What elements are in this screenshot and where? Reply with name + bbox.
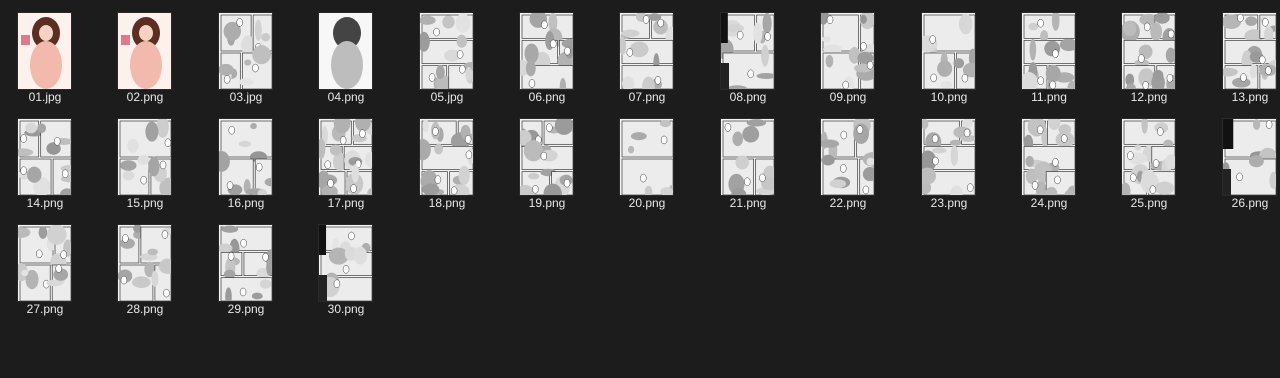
file-thumbnail[interactable] — [1121, 118, 1176, 196]
file-thumbnail[interactable] — [17, 12, 72, 90]
file-thumbnail[interactable] — [17, 118, 72, 196]
file-thumbnail[interactable] — [218, 224, 273, 302]
file-name-label: 27.png — [26, 302, 64, 316]
file-item[interactable]: 16.png — [201, 106, 301, 212]
file-item[interactable]: 02.png — [100, 0, 200, 106]
file-name-label: 11.png — [1031, 90, 1067, 104]
file-name-label: 23.png — [930, 196, 968, 210]
file-item[interactable]: 11.png — [1004, 0, 1104, 106]
file-thumbnail-grid: 01.jpg 02.png 03.jpg 04.png 05.jpg 06.png 07.p… — [0, 0, 1280, 378]
file-name-label: 17.png — [327, 196, 365, 210]
file-item[interactable]: 24.png — [1004, 106, 1104, 212]
file-thumbnail[interactable] — [17, 224, 72, 302]
file-name-label: 22.png — [829, 196, 867, 210]
file-name-label: 12.png — [1130, 90, 1168, 104]
file-item[interactable]: 10.png — [904, 0, 1004, 106]
file-thumbnail[interactable] — [820, 12, 875, 90]
file-item[interactable]: 29.png — [201, 212, 301, 318]
file-item[interactable]: 19.png — [502, 106, 602, 212]
file-thumbnail[interactable] — [419, 118, 474, 196]
file-thumbnail[interactable] — [1222, 118, 1277, 196]
file-item[interactable]: 17.png — [301, 106, 401, 212]
file-name-label: 15.png — [126, 196, 164, 210]
file-name-label: 06.png — [528, 90, 566, 104]
file-name-label: 05.jpg — [430, 90, 464, 104]
file-item[interactable]: 15.png — [100, 106, 200, 212]
file-thumbnail[interactable] — [519, 118, 574, 196]
file-item[interactable]: 21.png — [703, 106, 803, 212]
file-item[interactable]: 07.png — [602, 0, 702, 106]
file-name-label: 21.png — [729, 196, 767, 210]
file-name-label: 02.png — [126, 90, 164, 104]
file-name-label: 24.png — [1030, 196, 1068, 210]
file-name-label: 30.png — [327, 302, 365, 316]
file-item[interactable]: 18.png — [402, 106, 502, 212]
file-item[interactable]: 05.jpg — [402, 0, 502, 106]
file-item[interactable]: 09.png — [803, 0, 903, 106]
file-thumbnail[interactable] — [318, 12, 373, 90]
file-item[interactable]: 20.png — [602, 106, 702, 212]
file-name-label: 03.jpg — [229, 90, 263, 104]
file-thumbnail[interactable] — [117, 118, 172, 196]
file-thumbnail[interactable] — [117, 224, 172, 302]
file-name-label: 16.png — [227, 196, 265, 210]
file-item[interactable]: 22.png — [803, 106, 903, 212]
file-item[interactable]: 25.png — [1104, 106, 1204, 212]
file-name-label: 18.png — [428, 196, 466, 210]
file-name-label: 20.png — [628, 196, 666, 210]
file-thumbnail[interactable] — [720, 118, 775, 196]
file-thumbnail[interactable] — [1222, 12, 1277, 90]
file-item[interactable]: 03.jpg — [201, 0, 301, 106]
file-name-label: 07.png — [628, 90, 666, 104]
file-name-label: 01.jpg — [28, 90, 62, 104]
file-item[interactable]: 30.png — [301, 212, 401, 318]
file-name-label: 14.png — [26, 196, 64, 210]
file-name-label: 25.png — [1130, 196, 1168, 210]
file-name-label: 19.png — [528, 196, 566, 210]
file-item[interactable]: 06.png — [502, 0, 602, 106]
file-item[interactable]: 23.png — [904, 106, 1004, 212]
file-thumbnail[interactable] — [1021, 118, 1076, 196]
file-item[interactable]: 27.png — [0, 212, 100, 318]
file-thumbnail[interactable] — [318, 118, 373, 196]
file-item[interactable]: 04.png — [301, 0, 401, 106]
file-thumbnail[interactable] — [619, 12, 674, 90]
file-name-label: 26.png — [1231, 196, 1269, 210]
file-item[interactable]: 12.png — [1104, 0, 1204, 106]
file-thumbnail[interactable] — [921, 118, 976, 196]
file-name-label: 13.png — [1231, 90, 1269, 104]
file-thumbnail[interactable] — [619, 118, 674, 196]
file-item[interactable]: 13.png — [1205, 0, 1280, 106]
file-name-label: 28.png — [126, 302, 164, 316]
file-item[interactable]: 14.png — [0, 106, 100, 212]
file-item[interactable]: 26.png — [1205, 106, 1280, 212]
file-item[interactable]: 28.png — [100, 212, 200, 318]
file-name-label: 10.png — [930, 90, 968, 104]
file-name-label: 09.png — [829, 90, 867, 104]
file-name-label: 04.png — [327, 90, 365, 104]
file-name-label: 29.png — [227, 302, 265, 316]
file-thumbnail[interactable] — [419, 12, 474, 90]
file-item[interactable]: 08.png — [703, 0, 803, 106]
file-thumbnail[interactable] — [720, 12, 775, 90]
file-thumbnail[interactable] — [318, 224, 373, 302]
file-item[interactable]: 01.jpg — [0, 0, 100, 106]
file-thumbnail[interactable] — [921, 12, 976, 90]
file-name-label: 08.png — [729, 90, 767, 104]
file-thumbnail[interactable] — [218, 12, 273, 90]
file-thumbnail[interactable] — [1021, 12, 1076, 90]
file-thumbnail[interactable] — [820, 118, 875, 196]
file-thumbnail[interactable] — [117, 12, 172, 90]
file-thumbnail[interactable] — [218, 118, 273, 196]
file-thumbnail[interactable] — [519, 12, 574, 90]
file-thumbnail[interactable] — [1121, 12, 1176, 90]
